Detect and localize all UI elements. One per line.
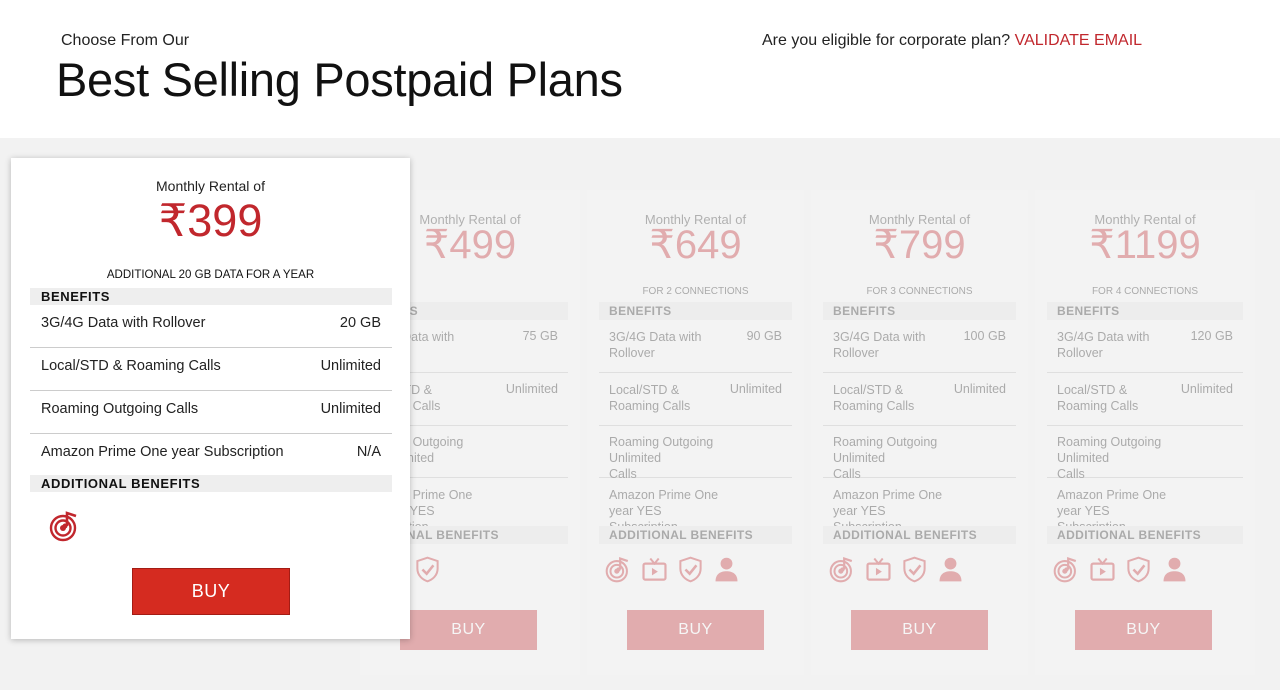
shield-icon — [901, 556, 928, 586]
benefit-value: N/A — [356, 444, 381, 460]
additional-benefits-heading: ADDITIONAL BENEFITS — [30, 475, 392, 492]
user-icon — [1161, 556, 1188, 586]
tv-icon — [641, 556, 668, 586]
shield-icon — [677, 556, 704, 586]
additional-benefits-icons — [1053, 556, 1188, 586]
benefit-value: Unlimited — [320, 401, 381, 417]
plan-card: Monthly Rental of ₹1199 FOR 4 CONNECTIONS B… — [1035, 190, 1255, 675]
tv-icon — [1089, 556, 1116, 586]
plan-extra-info: FOR 4 CONNECTIONS — [1091, 286, 1199, 297]
benefit-row: Local/STD & Roaming Calls Unlimited — [823, 374, 1016, 426]
benefit-row: Local/STD & Roaming Calls Unlimited — [599, 374, 792, 426]
benefits-heading: BENEFITS — [599, 302, 792, 320]
buy-button[interactable]: BUY — [851, 610, 988, 650]
benefit-row: 3G/4G Data with Rollover 100 GB — [823, 321, 1016, 373]
benefit-row: Amazon Prime One year YES Subscription — [1047, 479, 1243, 534]
additional-benefits-icons — [605, 556, 740, 586]
benefit-label: Local/STD & Roaming Calls — [833, 382, 915, 413]
corporate-prompt-text: Are you eligible for corporate plan? — [762, 32, 1011, 49]
benefit-value: Unlimited — [953, 381, 1006, 396]
plan-extra-info: FOR 2 CONNECTIONS — [642, 286, 749, 297]
validate-email-link[interactable]: VALIDATE EMAIL — [1015, 32, 1142, 49]
benefit-value: 75 GB — [522, 329, 558, 343]
shield-icon — [1125, 556, 1152, 586]
user-icon — [937, 556, 964, 586]
benefit-row: Roaming Outgoing Unlimited Calls — [599, 426, 792, 481]
buy-button[interactable]: BUY — [627, 610, 764, 650]
benefit-row: 3G/4G Data with Rollover 20 GB — [30, 305, 392, 348]
plan-price: ₹399 — [158, 195, 263, 246]
benefit-value: 90 GB — [746, 329, 782, 343]
benefit-value: Unlimited — [1180, 381, 1233, 396]
benefit-label: Local/STD & Roaming Calls — [41, 358, 221, 374]
header-eyebrow: Choose From Our — [61, 32, 190, 49]
benefit-label: Roaming Outgoing Unlimited Calls — [1057, 435, 1162, 481]
benefit-row: Amazon Prime One year YES Subscription — [823, 479, 1016, 534]
shield-icon — [414, 556, 441, 586]
plan-extra-info: ADDITIONAL 20 GB DATA FOR A YEAR — [106, 269, 315, 281]
plan-card: Monthly Rental of ₹799 FOR 3 CONNECTIONS BE… — [811, 190, 1028, 675]
benefit-value: Unlimited — [729, 381, 782, 396]
user-icon — [713, 556, 740, 586]
additional-benefits-heading: ADDITIONAL BENEFITS — [599, 526, 792, 544]
benefit-label: Roaming Outgoing Unlimited Calls — [833, 435, 938, 481]
plan-card-highlighted: Monthly Rental of ₹399 ADDITIONAL 20 GB DA… — [11, 158, 410, 639]
benefit-row: Local/STD & Roaming Calls Unlimited — [30, 348, 392, 391]
benefit-row: Roaming Outgoing Unlimited Calls — [823, 426, 1016, 481]
corporate-prompt: Are you eligible for corporate plan? VAL… — [762, 32, 1142, 50]
additional-benefits-heading: ADDITIONAL BENEFITS — [1047, 526, 1243, 544]
benefit-value: 100 GB — [963, 329, 1006, 343]
benefit-row: Roaming Outgoing Calls Unlimited — [30, 391, 392, 434]
plan-price: ₹799 — [873, 223, 966, 267]
music-icon — [49, 510, 81, 542]
tv-icon — [865, 556, 892, 586]
plan-price: ₹1199 — [1089, 223, 1201, 267]
benefits-heading: BENEFITS — [30, 288, 392, 305]
music-icon — [829, 556, 856, 586]
plan-extra-info: FOR 3 CONNECTIONS — [866, 286, 973, 297]
additional-benefits-heading: ADDITIONAL BENEFITS — [823, 526, 1016, 544]
page-title: Best Selling Postpaid Plans — [56, 53, 623, 106]
benefit-row: 3G/4G Data with Rollover 90 GB — [599, 321, 792, 373]
benefit-row: 3G/4G Data with Rollover 120 GB — [1047, 321, 1243, 373]
benefit-label: 3G/4G Data with Rollover — [41, 315, 206, 331]
buy-button[interactable]: BUY — [400, 610, 537, 650]
benefit-label: Local/STD & Roaming Calls — [609, 382, 691, 413]
benefit-value: Unlimited — [505, 381, 558, 396]
benefits-heading: BENEFITS — [1047, 302, 1243, 320]
additional-benefits-icons — [49, 510, 81, 544]
rental-label: Monthly Rental of — [156, 178, 265, 194]
benefit-row: Amazon Prime One year Subscription N/A — [30, 434, 392, 477]
benefit-label: Roaming Outgoing Calls — [41, 401, 199, 417]
music-icon — [605, 556, 632, 586]
plan-price: ₹649 — [649, 223, 742, 267]
benefit-label: 3G/4G Data with Rollover — [609, 330, 702, 360]
benefit-row: Roaming Outgoing Unlimited Calls — [1047, 426, 1243, 481]
buy-button[interactable]: BUY — [1075, 610, 1212, 650]
benefit-label: 3G/4G Data with Rollover — [833, 330, 926, 360]
benefit-value: 120 GB — [1190, 329, 1233, 343]
benefit-row: Local/STD & Roaming Calls Unlimited — [1047, 374, 1243, 426]
buy-button[interactable]: BUY — [132, 568, 290, 615]
benefit-label: Amazon Prime One year Subscription — [41, 444, 284, 460]
benefit-label: Local/STD & Roaming Calls — [1057, 382, 1139, 413]
benefit-label: 3G/4G Data with Rollover — [1057, 330, 1150, 360]
plan-card: Monthly Rental of ₹649 FOR 2 CONNECTIONS BE… — [587, 190, 804, 675]
benefit-value: 20 GB — [339, 315, 381, 331]
benefit-label: Roaming Outgoing Unlimited Calls — [609, 435, 714, 481]
benefits-heading: BENEFITS — [823, 302, 1016, 320]
benefit-row: Amazon Prime One year YES Subscription — [599, 479, 792, 534]
additional-benefits-icons — [829, 556, 964, 586]
music-icon — [1053, 556, 1080, 586]
page-header: Choose From Our Best Selling Postpaid Pl… — [0, 0, 1280, 138]
benefit-value: Unlimited — [320, 358, 381, 374]
